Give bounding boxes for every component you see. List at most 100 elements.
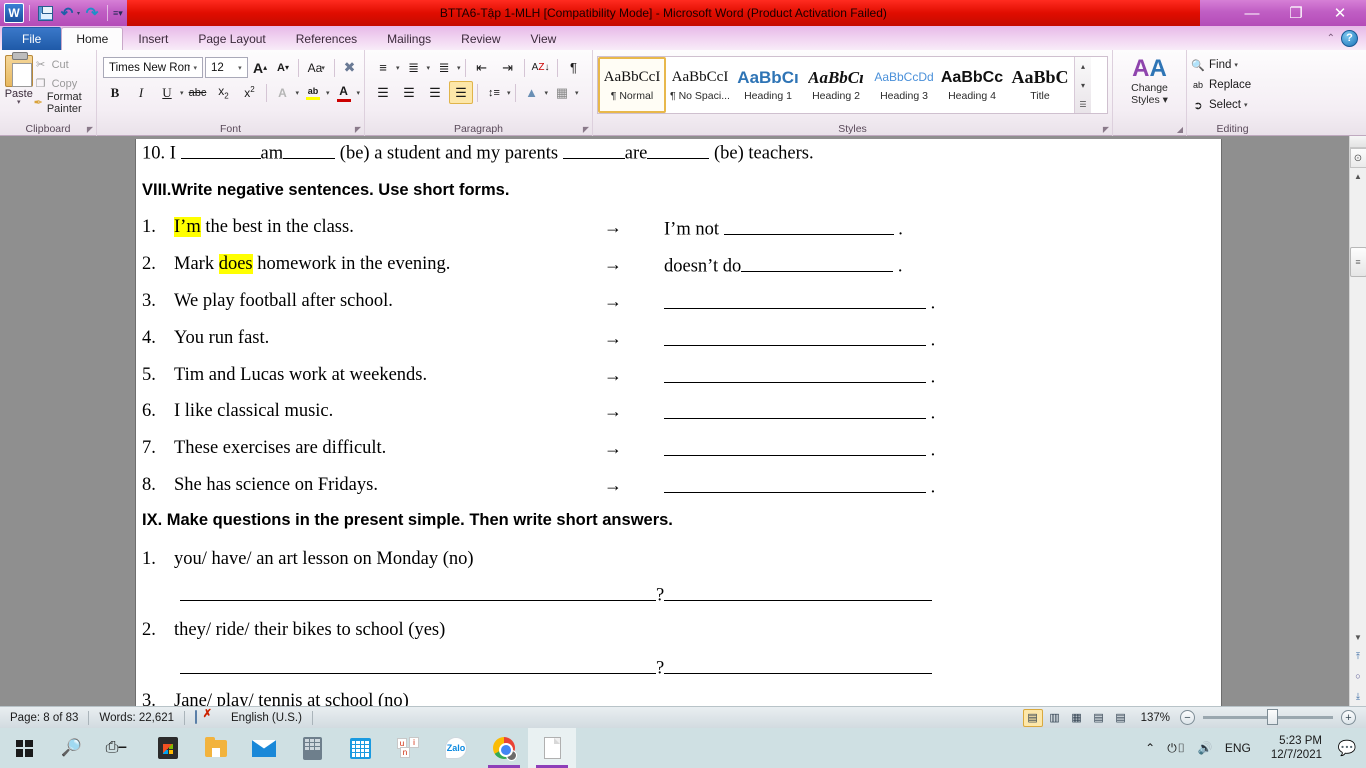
- change-case-button[interactable]: Aa ▾: [302, 56, 330, 79]
- zoom-track[interactable]: [1203, 709, 1333, 725]
- tab-page-layout[interactable]: Page Layout: [183, 27, 280, 50]
- underline-button[interactable]: U: [155, 81, 179, 104]
- align-right-button[interactable]: ☰: [423, 81, 447, 104]
- show-formatting-marks-button[interactable]: ¶: [562, 56, 586, 79]
- tab-view[interactable]: View: [516, 27, 572, 50]
- save-button[interactable]: [35, 3, 55, 23]
- styles-more-icon[interactable]: ☰: [1075, 95, 1091, 113]
- browse-object-icon[interactable]: ○: [1350, 666, 1366, 686]
- style-title[interactable]: AaBbC Title: [1006, 57, 1074, 113]
- taskbar-item-mail[interactable]: [240, 728, 288, 768]
- view-print-layout-button[interactable]: ▤: [1022, 708, 1043, 727]
- taskbar-item-microsoft-store[interactable]: [144, 728, 192, 768]
- undo-dropdown-icon[interactable]: ▾: [77, 10, 80, 17]
- find-dropdown-icon[interactable]: ▾: [1234, 61, 1238, 69]
- taskbar-item-calculator[interactable]: [288, 728, 336, 768]
- highlight-dropdown-icon[interactable]: ▾: [326, 89, 330, 97]
- clipboard-dialog-launcher[interactable]: ◤: [87, 125, 93, 134]
- style-heading-3[interactable]: AaBbCcDd Heading 3: [870, 57, 938, 113]
- language-indicator[interactable]: ENG: [1225, 741, 1251, 755]
- align-left-button[interactable]: ☰: [371, 81, 395, 104]
- close-button[interactable]: ✕: [1318, 1, 1362, 25]
- increase-indent-button[interactable]: ⇥: [496, 56, 520, 79]
- font-color-dropdown-icon[interactable]: ▾: [357, 89, 361, 97]
- font-size-dropdown-icon[interactable]: ▾: [235, 64, 245, 72]
- sort-button[interactable]: AZ↓: [529, 56, 553, 79]
- tab-file[interactable]: File: [2, 27, 62, 50]
- notifications-button[interactable]: 💬: [1332, 728, 1362, 768]
- paste-dropdown-icon[interactable]: ▾: [17, 99, 21, 106]
- styles-scroll-down-icon[interactable]: ▾: [1075, 76, 1091, 94]
- taskbar-item-calendar[interactable]: [336, 728, 384, 768]
- scroll-up-arrow-icon[interactable]: ▲: [1350, 168, 1366, 185]
- restore-button[interactable]: ❐: [1274, 1, 1318, 25]
- scrollbar-track[interactable]: ≡: [1349, 185, 1366, 629]
- borders-button[interactable]: ▦: [550, 81, 574, 104]
- search-button[interactable]: 🔍: [48, 728, 96, 768]
- numbering-dropdown-icon[interactable]: ▾: [427, 64, 431, 72]
- task-view-button[interactable]: ⎙╸: [96, 728, 144, 768]
- scroll-down-arrow-icon[interactable]: ▼: [1350, 629, 1366, 646]
- text-effects-button[interactable]: A: [271, 81, 295, 104]
- copy-button[interactable]: ❐ Copy: [34, 75, 92, 92]
- font-color-button[interactable]: A: [332, 81, 356, 104]
- grow-font-button[interactable]: A ▴: [250, 56, 271, 79]
- superscript-button[interactable]: x2: [238, 81, 262, 104]
- multilevel-dropdown-icon[interactable]: ▾: [457, 64, 461, 72]
- select-button[interactable]: ➲ Select ▾: [1191, 96, 1274, 114]
- numbering-button[interactable]: ≣: [402, 56, 426, 79]
- style-normal[interactable]: AaBbCcI ¶ Normal: [598, 57, 666, 113]
- tab-review[interactable]: Review: [446, 27, 515, 50]
- change-styles-dialog-launcher[interactable]: ◢: [1177, 125, 1183, 134]
- zoom-thumb[interactable]: [1267, 709, 1278, 725]
- replace-button[interactable]: ab Replace: [1191, 76, 1274, 94]
- bullets-dropdown-icon[interactable]: ▾: [396, 64, 400, 72]
- borders-dropdown-icon[interactable]: ▾: [575, 89, 579, 97]
- styles-dialog-launcher[interactable]: ◤: [1103, 125, 1109, 134]
- volume-icon[interactable]: 🔊: [1198, 741, 1213, 755]
- taskbar-item-file-explorer[interactable]: [192, 728, 240, 768]
- taskbar-item-microsoft-word[interactable]: [528, 728, 576, 768]
- view-outline-button[interactable]: ▤: [1089, 709, 1109, 727]
- zoom-level[interactable]: 137%: [1133, 712, 1178, 724]
- italic-button[interactable]: I: [129, 81, 153, 104]
- align-center-button[interactable]: ☰: [397, 81, 421, 104]
- change-styles-button[interactable]: AA Change Styles ▾: [1117, 52, 1182, 107]
- word-logo-icon[interactable]: W: [4, 3, 24, 23]
- view-full-screen-reading-button[interactable]: ▥: [1045, 709, 1065, 727]
- shrink-font-button[interactable]: A ▾: [273, 56, 294, 79]
- decrease-indent-button[interactable]: ⇤: [470, 56, 494, 79]
- select-browse-object-icon[interactable]: ⊙: [1349, 148, 1366, 168]
- multilevel-list-button[interactable]: ≣: [432, 56, 456, 79]
- show-hidden-icons-icon[interactable]: ⌃: [1145, 741, 1155, 755]
- next-page-icon[interactable]: ⤓: [1350, 686, 1366, 706]
- vertical-scrollbar[interactable]: ⊙ ▲ ≡ ▼ ⤒ ○ ⤓: [1349, 136, 1366, 706]
- underline-dropdown-icon[interactable]: ▾: [180, 89, 184, 97]
- clock[interactable]: 5:23 PM 12/7/2021: [1261, 734, 1332, 762]
- tab-insert[interactable]: Insert: [123, 27, 183, 50]
- style-heading-4[interactable]: AaBbCc Heading 4: [938, 57, 1006, 113]
- bold-button[interactable]: B: [103, 81, 127, 104]
- page-indicator[interactable]: Page: 8 of 83: [0, 707, 88, 729]
- select-dropdown-icon[interactable]: ▾: [1244, 101, 1248, 109]
- previous-page-icon[interactable]: ⤒: [1350, 646, 1366, 666]
- font-dialog-launcher[interactable]: ◤: [355, 125, 361, 134]
- redo-button[interactable]: ↷: [82, 3, 102, 23]
- font-name-dropdown-icon[interactable]: ▾: [190, 64, 200, 72]
- line-spacing-dropdown-icon[interactable]: ▾: [507, 89, 511, 97]
- document-page[interactable]: 10. I am (be) a student and my parents a…: [135, 139, 1222, 706]
- start-button[interactable]: [0, 728, 48, 768]
- font-name-combo[interactable]: Times New Rom ▾: [103, 57, 203, 78]
- tab-home[interactable]: Home: [61, 27, 124, 50]
- battery-icon[interactable]: ⏻▯: [1167, 741, 1186, 756]
- font-size-combo[interactable]: 12 ▾: [205, 57, 248, 78]
- help-icon[interactable]: ?: [1341, 29, 1358, 47]
- taskbar-item-unikey[interactable]: uin: [384, 728, 432, 768]
- collapse-ribbon-icon[interactable]: ⌃: [1327, 33, 1335, 44]
- tab-references[interactable]: References: [281, 27, 372, 50]
- clear-formatting-icon[interactable]: ✖: [339, 56, 360, 79]
- style-no-spacing[interactable]: AaBbCcI ¶ No Spaci...: [666, 57, 734, 113]
- split-window-handle[interactable]: [1349, 136, 1366, 148]
- view-draft-button[interactable]: ▤: [1111, 709, 1131, 727]
- paragraph-dialog-launcher[interactable]: ◤: [583, 125, 589, 134]
